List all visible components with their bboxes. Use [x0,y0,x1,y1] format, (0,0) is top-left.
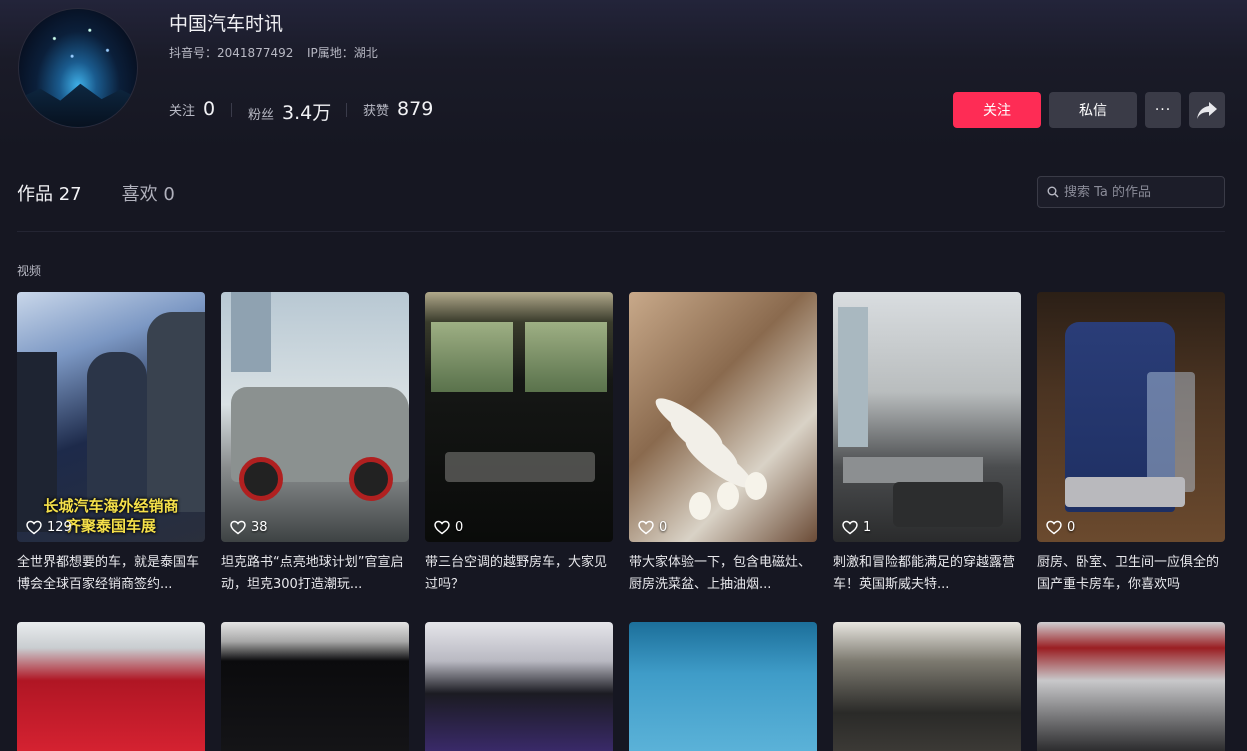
video-thumbnail [629,622,817,751]
thumb-shape [1065,477,1185,507]
video-thumbnail: 0 [1037,292,1225,542]
video-card[interactable]: 38 坦克路书“点亮地球计划”官宣启动，坦克300打造潮玩... [221,292,409,596]
tab-works[interactable]: 作品 27 [17,180,82,206]
video-card[interactable]: 0 厨房、卧室、卫生间一应俱全的国产重卡房车，你喜欢吗 [1037,292,1225,596]
stat-followers[interactable]: 粉丝 3.4万 [248,98,331,125]
thumb-shape [445,452,595,482]
thumb-shape [745,472,767,500]
video-card[interactable]: 长城汽车海外经销商 齐聚泰国车展 129 全世界都想要的车，就是泰国车博会全球百… [17,292,205,596]
video-card[interactable] [629,622,817,751]
video-thumbnail: 1 [833,292,1021,542]
tab-bar: 作品 27 喜欢 0 [17,180,175,206]
video-card[interactable]: 0 带大家体验一下，包含电磁灶、厨房洗菜盆、上抽油烟... [629,292,817,596]
likes-label: 获赞 [363,104,390,119]
video-likes-count: 1 [863,520,872,535]
thumb-shape [893,482,1003,527]
stat-following[interactable]: 关注 0 [169,98,215,120]
douyin-id-value: 2041877492 [217,46,294,60]
video-likes: 129 [26,520,72,535]
video-card[interactable] [425,622,613,751]
avatar[interactable] [18,8,138,128]
heart-icon [842,520,858,535]
share-button[interactable] [1189,92,1225,128]
video-thumbnail: 长城汽车海外经销商 齐聚泰国车展 129 [17,292,205,542]
thumb-shape [717,482,739,510]
video-likes-count: 129 [47,520,72,535]
section-label-videos: 视频 [17,264,42,278]
video-thumbnail: 0 [629,292,817,542]
search-input[interactable] [1064,184,1214,200]
more-button[interactable]: ··· [1145,92,1181,128]
thumb-shape [147,312,205,512]
video-thumbnail [17,622,205,751]
video-card[interactable] [833,622,1021,751]
heart-icon [230,520,246,535]
video-caption[interactable]: 坦克路书“点亮地球计划”官宣启动，坦克300打造潮玩... [221,552,409,596]
thumb-shape [1147,372,1195,492]
heart-icon [26,520,42,535]
video-caption[interactable]: 厨房、卧室、卫生间一应俱全的国产重卡房车，你喜欢吗 [1037,552,1225,596]
thumb-shape [349,457,393,501]
heart-icon [1046,520,1062,535]
followers-label: 粉丝 [248,108,275,123]
stat-divider [346,103,347,117]
video-thumbnail: 38 [221,292,409,542]
search-box[interactable] [1037,176,1225,208]
heart-icon [638,520,654,535]
thumb-shape [239,457,283,501]
following-label: 关注 [169,104,196,119]
thumb-shape [431,322,513,392]
followers-count: 3.4万 [282,102,332,124]
video-card[interactable] [1037,622,1225,751]
video-likes-count: 38 [251,520,268,535]
heart-icon [434,520,450,535]
divider [17,231,1225,232]
video-likes-count: 0 [659,520,668,535]
video-likes: 0 [638,520,667,535]
following-count: 0 [203,98,216,120]
thumb-shape [87,352,147,502]
video-caption[interactable]: 带大家体验一下，包含电磁灶、厨房洗菜盆、上抽油烟... [629,552,817,596]
search-icon [1047,186,1059,198]
likes-count: 879 [397,98,434,120]
video-likes: 0 [1046,520,1075,535]
thumb-shape [843,457,983,483]
video-thumbnail [833,622,1021,751]
video-likes: 1 [842,520,871,535]
thumb-shape [689,492,711,520]
thumb-shape [838,307,868,447]
ip-location: IP属地：湖北 [307,44,378,61]
video-likes-count: 0 [455,520,464,535]
thumb-shape [525,322,607,392]
overlay-line: 长城汽车海外经销商 [43,497,179,515]
video-likes-count: 0 [1067,520,1076,535]
profile-name: 中国汽车时讯 [169,13,284,35]
video-card[interactable] [221,622,409,751]
stat-likes: 获赞 879 [363,98,433,120]
video-caption[interactable]: 刺激和冒险都能满足的穿越露营车！英国斯威夫特... [833,552,1021,596]
thumb-shape [231,292,271,372]
stat-divider [231,103,232,117]
video-thumbnail [1037,622,1225,751]
share-icon [1197,102,1217,119]
video-card[interactable] [17,622,205,751]
video-thumbnail: 0 [425,292,613,542]
video-card[interactable]: 1 刺激和冒险都能满足的穿越露营车！英国斯威夫特... [833,292,1021,596]
message-button[interactable]: 私信 [1049,92,1137,128]
ip-label: IP属地： [307,46,354,60]
video-thumbnail [425,622,613,751]
video-card[interactable]: 0 带三台空调的越野房车，大家见过吗？ [425,292,613,596]
douyin-id: 抖音号：2041877492 [169,44,293,61]
video-caption[interactable]: 带三台空调的越野房车，大家见过吗？ [425,552,613,596]
video-caption[interactable]: 全世界都想要的车，就是泰国车博会全球百家经销商签约... [17,552,205,596]
douyin-id-label: 抖音号： [169,46,218,60]
video-thumbnail [221,622,409,751]
video-likes: 38 [230,520,268,535]
video-likes: 0 [434,520,463,535]
follow-button[interactable]: 关注 [953,92,1041,128]
tab-liked[interactable]: 喜欢 0 [122,180,175,206]
ip-value: 湖北 [353,46,378,60]
